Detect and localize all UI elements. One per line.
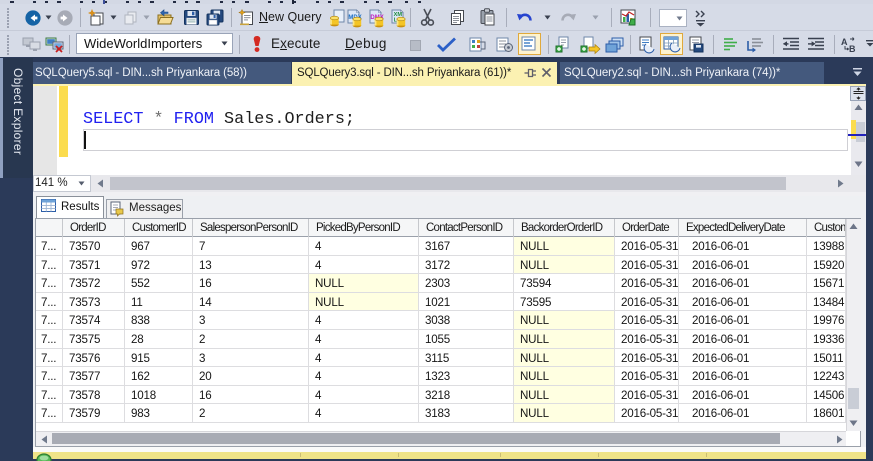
svg-text:B: B — [849, 44, 856, 54]
svg-text:A: A — [841, 37, 848, 47]
